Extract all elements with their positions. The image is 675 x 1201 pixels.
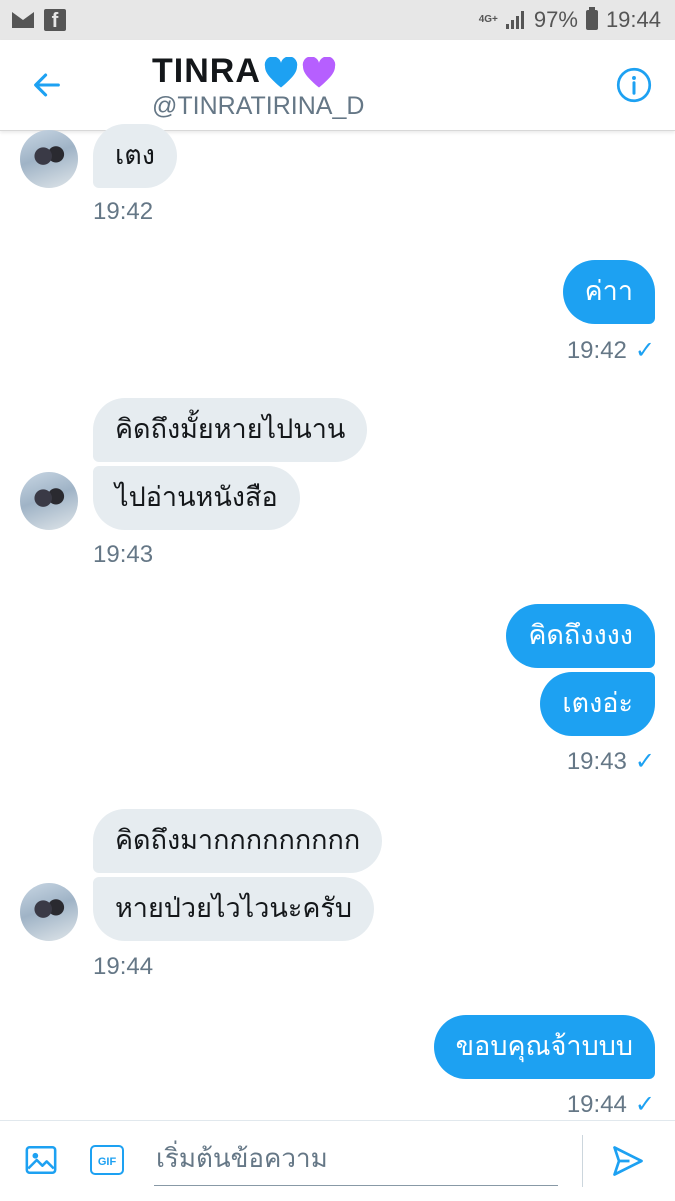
contact-name: TINRA — [152, 52, 261, 90]
info-icon[interactable] — [616, 67, 652, 103]
composer-divider — [582, 1135, 583, 1187]
outgoing-message[interactable]: ขอบคุณจ้าบบบ — [433, 1015, 655, 1079]
blue-heart-icon — [264, 57, 298, 88]
gif-label: GIF — [98, 1156, 117, 1168]
heart-emojis — [263, 57, 337, 89]
status-bar: f 4G+ 97% 19:44 — [0, 0, 675, 40]
network-type: 4G+ — [478, 14, 498, 25]
sent-check-icon: ✓ — [634, 1091, 655, 1118]
contact-avatar[interactable] — [20, 883, 78, 941]
back-arrow-icon[interactable] — [30, 68, 64, 102]
facebook-notification-icon: f — [44, 9, 66, 32]
outgoing-message[interactable]: ค่าา — [562, 260, 655, 324]
gif-button[interactable]: GIF — [90, 1145, 124, 1175]
contact-handle: @TINRATIRINA_D — [152, 92, 365, 120]
send-icon[interactable] — [610, 1143, 646, 1179]
sent-check-icon: ✓ — [634, 748, 655, 775]
message-input[interactable] — [154, 1133, 558, 1186]
mail-notification-icon — [12, 12, 34, 28]
message-timestamp: 19:42 — [566, 336, 627, 364]
status-bar-notifications: f — [0, 9, 66, 32]
message-timestamp: 19:42 — [93, 198, 154, 225]
incoming-message[interactable]: คิดถึงมากกกกกกกกก — [93, 809, 383, 873]
message-status: 19:44 ✓ — [567, 1090, 655, 1119]
outgoing-message[interactable]: เตงอ่ะ — [540, 672, 655, 736]
battery-icon — [585, 7, 598, 30]
message-composer: GIF — [0, 1120, 675, 1201]
incoming-message[interactable]: หายป่วยไวไวนะครับ — [93, 877, 375, 941]
gif-icon: GIF — [90, 1145, 124, 1175]
outgoing-message[interactable]: คิดถึงงงง — [506, 604, 655, 668]
conversation-title: TINRA — [152, 52, 337, 91]
incoming-message[interactable]: ไปอ่านหนังสือ — [93, 466, 300, 530]
message-status: 19:43 ✓ — [567, 747, 655, 776]
status-time: 19:44 — [605, 7, 661, 32]
message-timestamp: 19:43 — [93, 541, 154, 568]
signal-icon — [505, 11, 526, 29]
message-status: 19:42 ✓ — [567, 336, 655, 365]
contact-avatar[interactable] — [20, 130, 78, 188]
battery-percent: 97% — [533, 7, 578, 32]
purple-heart-icon — [302, 57, 336, 88]
conversation-header: TINRA @TINRATIRINA_D — [0, 40, 675, 131]
incoming-message[interactable]: เตง — [93, 124, 177, 188]
status-bar-system: 4G+ 97% 19:44 — [479, 7, 675, 33]
image-icon[interactable] — [24, 1143, 58, 1177]
message-timestamp: 19:43 — [566, 747, 627, 775]
sent-check-icon: ✓ — [634, 337, 655, 364]
message-timestamp: 19:44 — [566, 1090, 627, 1118]
contact-avatar[interactable] — [20, 472, 78, 530]
message-timestamp: 19:44 — [93, 953, 154, 980]
incoming-message[interactable]: คิดถึงมั้ยหายไปนาน — [93, 398, 368, 462]
